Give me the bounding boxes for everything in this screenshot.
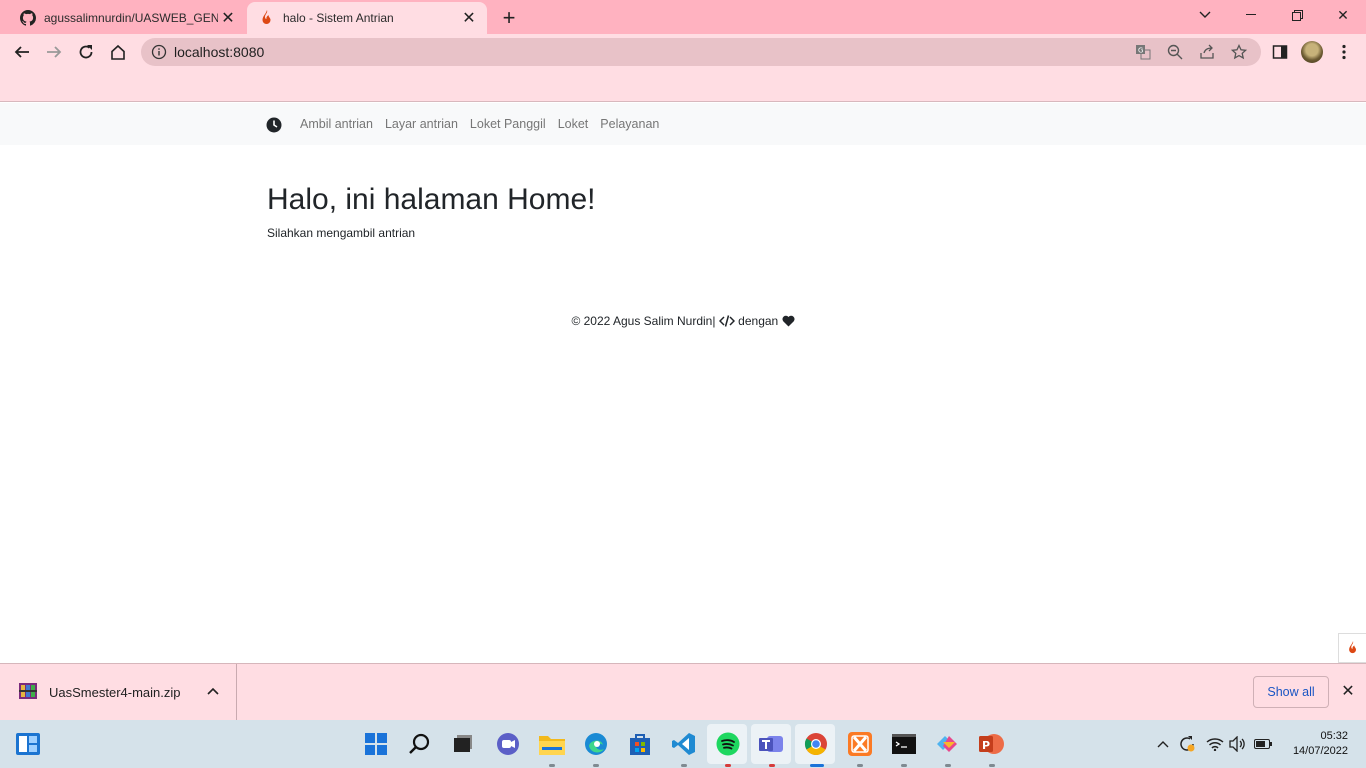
download-filename: UasSmester4-main.zip <box>49 685 181 700</box>
battery-icon[interactable] <box>1253 734 1273 754</box>
side-panel-icon[interactable] <box>1269 41 1291 63</box>
tab-title: agussalimnurdin/UASWEB_GENAP_2 <box>44 11 218 25</box>
restore-button[interactable] <box>1274 0 1320 30</box>
spotify-icon[interactable] <box>714 730 742 758</box>
snipping-tool-icon[interactable] <box>934 730 962 758</box>
tab-title: halo - Sistem Antrian <box>283 11 394 25</box>
volume-icon[interactable] <box>1228 734 1248 754</box>
clock-date: 14/07/2022 <box>1292 745 1348 757</box>
download-item[interactable]: UasSmester4-main.zip <box>0 664 237 720</box>
heart-icon <box>782 315 795 330</box>
nav-link-pelayanan[interactable]: Pelayanan <box>600 117 659 131</box>
page-footer: © 2022 Agus Salim Nurdin| dengan <box>0 314 1366 330</box>
edge-icon[interactable] <box>582 730 610 758</box>
widgets-icon[interactable] <box>14 730 42 758</box>
url-text: localhost:8080 <box>174 44 265 60</box>
svg-text:G: G <box>1138 47 1143 55</box>
github-icon <box>20 10 36 26</box>
wifi-icon[interactable] <box>1205 734 1225 754</box>
clock-icon[interactable] <box>266 117 282 133</box>
page-title: Halo, ini halaman Home! <box>267 183 596 216</box>
teams-icon[interactable] <box>758 730 786 758</box>
show-all-downloads-button[interactable]: Show all <box>1253 676 1329 708</box>
minimize-button[interactable] <box>1228 0 1274 30</box>
start-button[interactable] <box>362 730 390 758</box>
chevron-up-icon[interactable] <box>205 684 221 700</box>
tab-search-icon[interactable] <box>1182 0 1228 30</box>
svg-text:P: P <box>982 739 990 752</box>
archive-file-icon <box>19 683 37 699</box>
menu-kebab-icon[interactable] <box>1333 41 1355 63</box>
footer-copyright: © 2022 Agus Salim Nurdin| <box>571 314 716 328</box>
chrome-icon[interactable] <box>802 730 830 758</box>
reload-button[interactable] <box>72 38 100 66</box>
tab-github[interactable]: agussalimnurdin/UASWEB_GENAP_2 ✕ <box>8 2 246 34</box>
page-viewport: Ambil antrian Layar antrian Loket Panggi… <box>0 103 1366 663</box>
bookmark-bar <box>0 70 1366 102</box>
file-explorer-icon[interactable] <box>538 730 566 758</box>
xampp-icon[interactable] <box>846 730 874 758</box>
windows-taskbar: P 05:32 14/07/2022 <box>0 720 1366 768</box>
close-window-button[interactable]: ✕ <box>1320 0 1366 30</box>
browser-toolbar: localhost:8080 G <box>0 34 1366 70</box>
home-button[interactable] <box>104 38 132 66</box>
download-shelf: UasSmester4-main.zip Show all ✕ <box>0 663 1366 720</box>
vscode-icon[interactable] <box>670 730 698 758</box>
task-view-icon[interactable] <box>449 730 477 758</box>
sync-icon[interactable] <box>1177 734 1197 754</box>
close-tab-icon[interactable]: ✕ <box>459 8 479 28</box>
code-icon <box>718 315 735 330</box>
debug-toolbar-toggle[interactable] <box>1338 633 1366 663</box>
browser-tab-strip: agussalimnurdin/UASWEB_GENAP_2 ✕ halo - … <box>0 0 1366 34</box>
profile-avatar[interactable] <box>1301 41 1323 63</box>
bookmark-star-icon[interactable] <box>1229 42 1249 62</box>
microsoft-store-icon[interactable] <box>626 730 654 758</box>
nav-link-loket-panggil[interactable]: Loket Panggil <box>470 117 546 131</box>
chevron-up-icon[interactable] <box>1153 734 1173 754</box>
translate-icon[interactable]: G <box>1133 42 1153 62</box>
nav-link-loket[interactable]: Loket <box>558 117 589 131</box>
terminal-icon[interactable] <box>890 730 918 758</box>
footer-made-with: dengan <box>738 314 779 328</box>
clock-time: 05:32 <box>1320 730 1348 742</box>
fire-icon <box>1348 641 1356 654</box>
page-subtitle: Silahkan mengambil antrian <box>267 226 416 240</box>
zoom-icon[interactable] <box>1165 42 1185 62</box>
powerpoint-icon[interactable]: P <box>978 730 1006 758</box>
forward-button[interactable] <box>40 38 68 66</box>
search-icon[interactable] <box>406 730 434 758</box>
chat-icon[interactable] <box>494 730 522 758</box>
new-tab-button[interactable]: + <box>497 5 521 30</box>
address-bar[interactable]: localhost:8080 G <box>141 38 1261 66</box>
fire-icon <box>259 10 275 26</box>
close-download-bar-icon[interactable]: ✕ <box>1339 682 1357 700</box>
close-tab-icon[interactable]: ✕ <box>218 8 238 28</box>
site-info-icon[interactable] <box>151 44 167 60</box>
tab-sistem-antrian[interactable]: halo - Sistem Antrian ✕ <box>247 2 487 34</box>
system-clock[interactable]: 05:32 14/07/2022 <box>1282 729 1348 759</box>
site-navbar: Ambil antrian Layar antrian Loket Panggi… <box>0 103 1366 145</box>
nav-link-ambil-antrian[interactable]: Ambil antrian <box>300 117 373 131</box>
share-icon[interactable] <box>1197 42 1217 62</box>
nav-link-layar-antrian[interactable]: Layar antrian <box>385 117 458 131</box>
back-button[interactable] <box>8 38 36 66</box>
